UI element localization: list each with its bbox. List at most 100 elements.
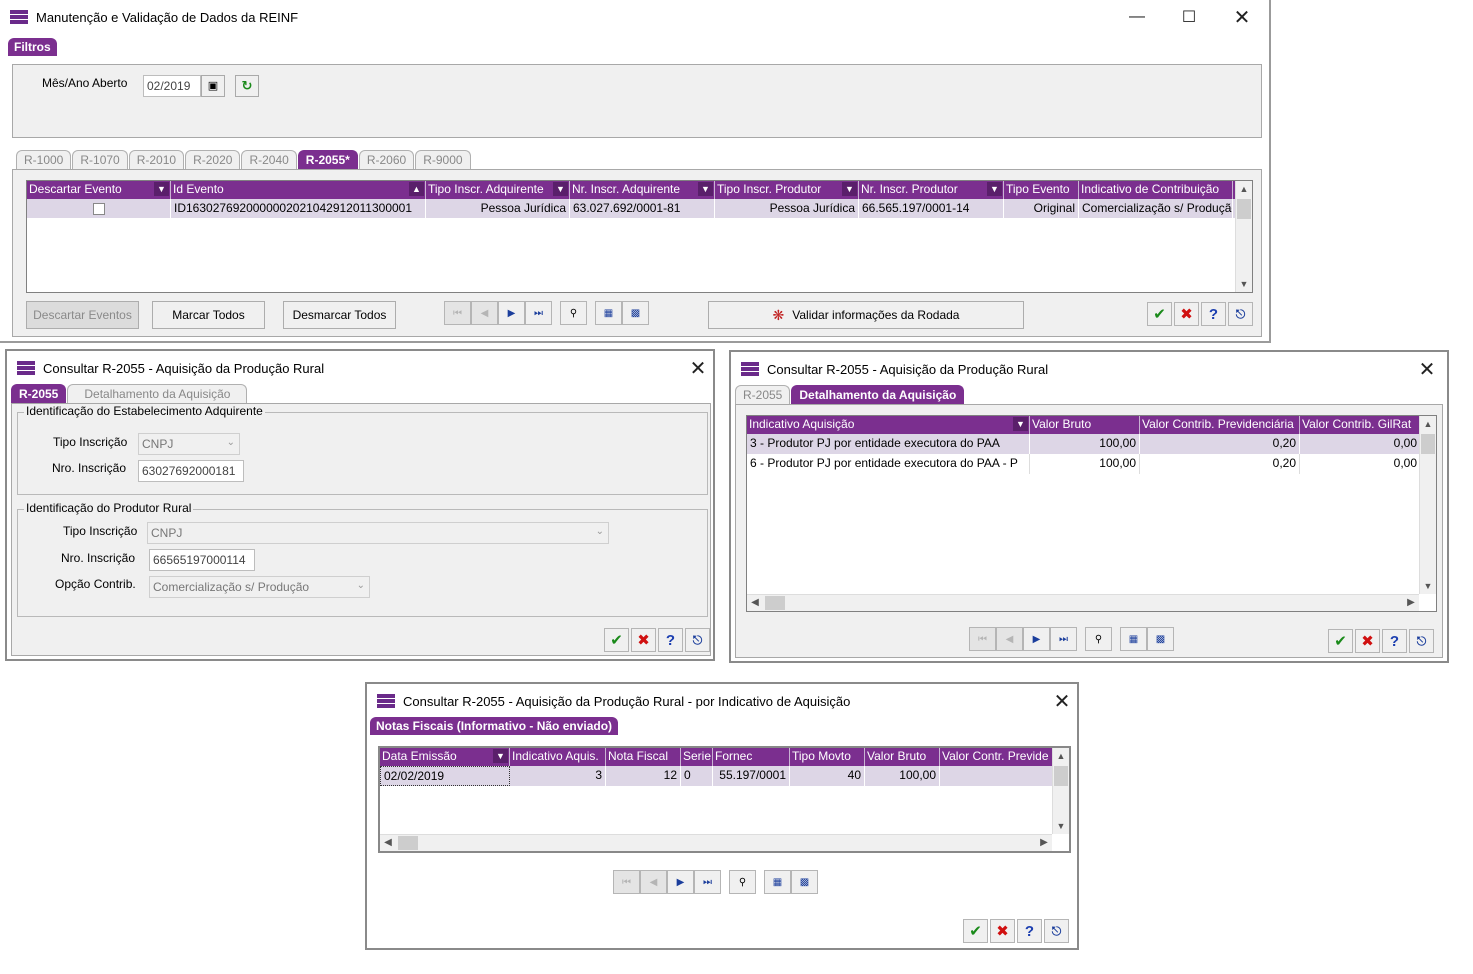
- first-record-icon[interactable]: ⏮: [444, 301, 471, 325]
- chevron-down-icon[interactable]: ▼: [842, 182, 857, 196]
- last-record-icon[interactable]: ⏭: [694, 870, 721, 894]
- scroll-thumb[interactable]: [1054, 766, 1068, 786]
- grid-view-icon[interactable]: ▦: [764, 870, 791, 894]
- table-row[interactable]: ID1630276920000002021042912011300001 Pes…: [27, 199, 1237, 218]
- first-record-icon[interactable]: ⏮: [613, 870, 640, 894]
- scroll-thumb[interactable]: [1421, 434, 1435, 454]
- col-valor-contr-prev[interactable]: Valor Contr. Previde: [940, 748, 1054, 766]
- export-icon[interactable]: ▩: [791, 870, 818, 894]
- help-icon[interactable]: ?: [1201, 302, 1226, 326]
- tab-r2010[interactable]: R-2010: [128, 150, 185, 169]
- col-tipo-prod[interactable]: Tipo Inscr. Produtor ▼: [715, 181, 859, 199]
- tab-r2055[interactable]: R-2055*: [297, 150, 358, 169]
- tab-r1000[interactable]: R-1000: [16, 150, 72, 169]
- table-row[interactable]: 02/02/2019 3 12 0 55.197/0001 40 100,00: [380, 766, 1054, 786]
- col-tipo-adq[interactable]: Tipo Inscr. Adquirente ▼: [426, 181, 570, 199]
- chevron-down-icon[interactable]: ▼: [698, 182, 713, 196]
- scroll-thumb[interactable]: [1237, 199, 1251, 219]
- exit-icon[interactable]: ⎋: [1228, 302, 1253, 326]
- opcao-select[interactable]: Comercialização s/ Produção ⌄: [149, 576, 370, 598]
- confirm-icon[interactable]: ✔: [1147, 302, 1172, 326]
- close-icon[interactable]: ✕: [1039, 684, 1085, 718]
- col-nota-fiscal[interactable]: Nota Fiscal: [606, 748, 681, 766]
- scroll-up-icon[interactable]: ▲: [1420, 416, 1436, 432]
- events-grid[interactable]: Descartar Evento ▼ Id Evento ▲ Tipo Inscr.…: [26, 180, 1253, 293]
- scroll-thumb[interactable]: [765, 596, 785, 610]
- tab-r1070[interactable]: R-1070: [72, 150, 128, 169]
- col-valor-gilrat[interactable]: Valor Contrib. GilRat: [1300, 416, 1421, 434]
- last-record-icon[interactable]: ⏭: [525, 301, 552, 325]
- col-descartar[interactable]: Descartar Evento ▼: [27, 181, 171, 199]
- prod-nro-input[interactable]: 66565197000114: [149, 549, 255, 571]
- help-icon[interactable]: ?: [1382, 629, 1407, 653]
- scroll-thumb[interactable]: [398, 836, 418, 850]
- col-valor-previdenciaria[interactable]: Valor Contrib. Previdenciária: [1140, 416, 1300, 434]
- exit-icon[interactable]: ⎋: [685, 628, 710, 652]
- maximize-icon[interactable]: ☐: [1166, 0, 1212, 34]
- col-indicativo-aquis[interactable]: Indicativo Aquis.: [510, 748, 606, 766]
- chevron-down-icon[interactable]: ▼: [493, 749, 508, 763]
- next-record-icon[interactable]: ▶: [667, 870, 694, 894]
- table-row[interactable]: 6 - Produtor PJ por entidade executora d…: [747, 454, 1421, 474]
- tab-r2060[interactable]: R-2060: [358, 150, 415, 169]
- scroll-right-icon[interactable]: ▶: [1403, 595, 1419, 611]
- tab-r2055[interactable]: R-2055: [11, 384, 67, 403]
- first-record-icon[interactable]: ⏮: [969, 627, 996, 651]
- help-icon[interactable]: ?: [1017, 919, 1042, 943]
- search-icon[interactable]: ⚲: [729, 870, 756, 894]
- col-nr-adq[interactable]: Nr. Inscr. Adquirente ▼: [570, 181, 715, 199]
- chevron-down-icon[interactable]: ▼: [1013, 417, 1028, 431]
- scroll-left-icon[interactable]: ◀: [747, 595, 763, 611]
- grid-vscroll[interactable]: ▲ ▼: [1235, 181, 1252, 292]
- mes-ano-input[interactable]: 02/2019: [143, 75, 201, 97]
- sort-asc-icon[interactable]: ▲: [409, 182, 424, 196]
- close-icon[interactable]: ✕: [675, 351, 721, 385]
- col-valor-bruto[interactable]: Valor Bruto: [865, 748, 940, 766]
- tab-notas-fiscais[interactable]: Notas Fiscais (Informativo - Não enviado…: [370, 717, 619, 735]
- grid-vscroll[interactable]: ▲ ▼: [1419, 416, 1436, 594]
- col-indicativo-aquisicao[interactable]: Indicativo Aquisição ▼: [747, 416, 1030, 434]
- search-icon[interactable]: ⚲: [560, 301, 587, 325]
- col-indicativo[interactable]: Indicativo de Contribuição: [1079, 181, 1233, 199]
- close-icon[interactable]: ✕: [1404, 352, 1450, 386]
- nro-inscricao-input[interactable]: 63027692000181: [138, 460, 244, 482]
- col-fornec[interactable]: Fornec: [713, 748, 790, 766]
- exit-icon[interactable]: ⎋: [1044, 919, 1069, 943]
- tab-r2020[interactable]: R-2020: [185, 150, 241, 169]
- search-icon[interactable]: ⚲: [1085, 627, 1112, 651]
- tab-r9000[interactable]: R-9000: [415, 150, 471, 169]
- tab-filtros[interactable]: Filtros: [8, 38, 57, 56]
- scroll-up-icon[interactable]: ▲: [1236, 181, 1252, 197]
- cancel-icon[interactable]: ✖: [631, 628, 656, 652]
- cancel-icon[interactable]: ✖: [1174, 302, 1199, 326]
- desmarcar-todos-button[interactable]: Desmarcar Todos: [283, 301, 396, 329]
- col-tipo-movto[interactable]: Tipo Movto: [790, 748, 865, 766]
- scroll-down-icon[interactable]: ▼: [1420, 578, 1436, 594]
- export-icon[interactable]: ▩: [622, 301, 649, 325]
- refresh-icon[interactable]: ↻: [235, 75, 259, 97]
- scroll-down-icon[interactable]: ▼: [1053, 818, 1069, 834]
- descartar-eventos-button[interactable]: Descartar Eventos: [26, 301, 139, 329]
- calendar-icon[interactable]: ▣: [201, 75, 225, 97]
- cancel-icon[interactable]: ✖: [990, 919, 1015, 943]
- prev-record-icon[interactable]: ◀: [996, 627, 1023, 651]
- scroll-right-icon[interactable]: ▶: [1036, 835, 1052, 851]
- cancel-icon[interactable]: ✖: [1355, 629, 1380, 653]
- prev-record-icon[interactable]: ◀: [471, 301, 498, 325]
- col-nr-prod[interactable]: Nr. Inscr. Produtor ▼: [859, 181, 1004, 199]
- confirm-icon[interactable]: ✔: [1328, 629, 1353, 653]
- confirm-icon[interactable]: ✔: [604, 628, 629, 652]
- tipo-inscricao-select[interactable]: CNPJ ⌄: [138, 433, 240, 455]
- minimize-icon[interactable]: —: [1114, 0, 1160, 34]
- table-row[interactable]: 3 - Produtor PJ por entidade executora d…: [747, 434, 1421, 454]
- aquisicao-grid[interactable]: Indicativo Aquisição ▼ Valor Bruto Valor …: [746, 415, 1437, 612]
- chevron-down-icon[interactable]: ▼: [553, 182, 568, 196]
- next-record-icon[interactable]: ▶: [498, 301, 525, 325]
- col-tipo-evento[interactable]: Tipo Evento: [1004, 181, 1079, 199]
- help-icon[interactable]: ?: [658, 628, 683, 652]
- scroll-left-icon[interactable]: ◀: [380, 835, 396, 851]
- export-icon[interactable]: ▩: [1147, 627, 1174, 651]
- marcar-todos-button[interactable]: Marcar Todos: [152, 301, 265, 329]
- prod-tipo-select[interactable]: CNPJ ⌄: [147, 522, 609, 544]
- descartar-checkbox[interactable]: [92, 202, 105, 215]
